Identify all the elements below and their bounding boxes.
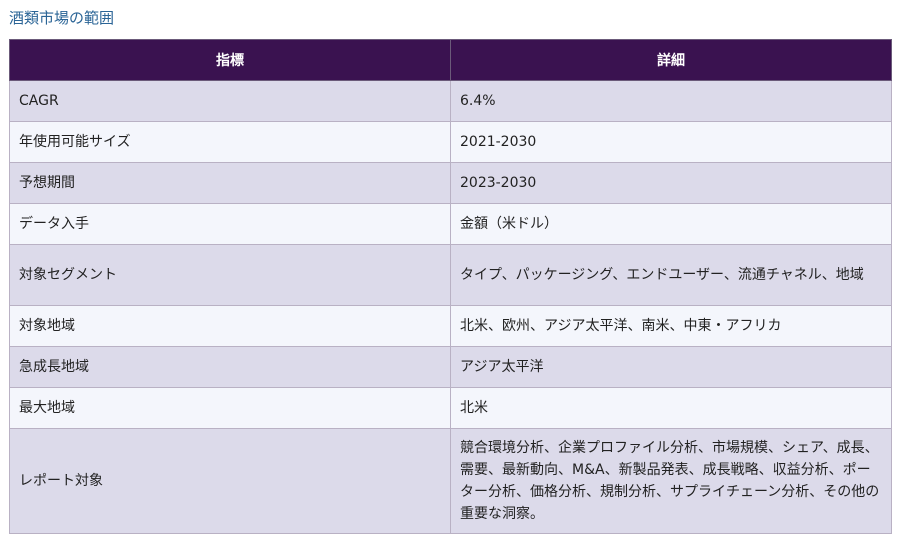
detail-cell: 6.4% [450, 80, 892, 122]
table-row: 対象地域 北米、欧州、アジア太平洋、南米、中東・アフリカ [9, 305, 892, 347]
metric-cell: CAGR [9, 80, 451, 122]
table-row: 最大地域 北米 [9, 387, 892, 429]
column-header-detail: 詳細 [450, 39, 892, 81]
table-row: CAGR 6.4% [9, 80, 892, 122]
detail-cell: 競合環境分析、企業プロファイル分析、市場規模、シェア、成長、需要、最新動向、M&… [450, 428, 892, 534]
metric-cell: 対象セグメント [9, 244, 451, 306]
column-header-metric: 指標 [9, 39, 451, 81]
detail-cell: タイプ、パッケージング、エンドユーザー、流通チャネル、地域 [450, 244, 892, 306]
table-row: 予想期間 2023-2030 [9, 162, 892, 204]
table-row: データ入手 金額（米ドル） [9, 203, 892, 245]
metric-cell: 急成長地域 [9, 346, 451, 388]
detail-cell: アジア太平洋 [450, 346, 892, 388]
table-row: 急成長地域 アジア太平洋 [9, 346, 892, 388]
market-scope-table: 指標 詳細 CAGR 6.4% 年使用可能サイズ 2021-2030 予想期間 … [9, 39, 892, 534]
detail-cell: 北米 [450, 387, 892, 429]
metric-cell: 対象地域 [9, 305, 451, 347]
metric-cell: 予想期間 [9, 162, 451, 204]
section-title: 酒類市場の範囲 [9, 9, 115, 27]
detail-cell: 金額（米ドル） [450, 203, 892, 245]
metric-cell: データ入手 [9, 203, 451, 245]
detail-cell: 2021-2030 [450, 121, 892, 163]
table-header-row: 指標 詳細 [9, 39, 892, 81]
metric-cell: 年使用可能サイズ [9, 121, 451, 163]
detail-cell: 北米、欧州、アジア太平洋、南米、中東・アフリカ [450, 305, 892, 347]
table-row: 対象セグメント タイプ、パッケージング、エンドユーザー、流通チャネル、地域 [9, 244, 892, 306]
table-row: 年使用可能サイズ 2021-2030 [9, 121, 892, 163]
metric-cell: 最大地域 [9, 387, 451, 429]
metric-cell: レポート対象 [9, 428, 451, 534]
detail-cell: 2023-2030 [450, 162, 892, 204]
table-row: レポート対象 競合環境分析、企業プロファイル分析、市場規模、シェア、成長、需要、… [9, 428, 892, 534]
